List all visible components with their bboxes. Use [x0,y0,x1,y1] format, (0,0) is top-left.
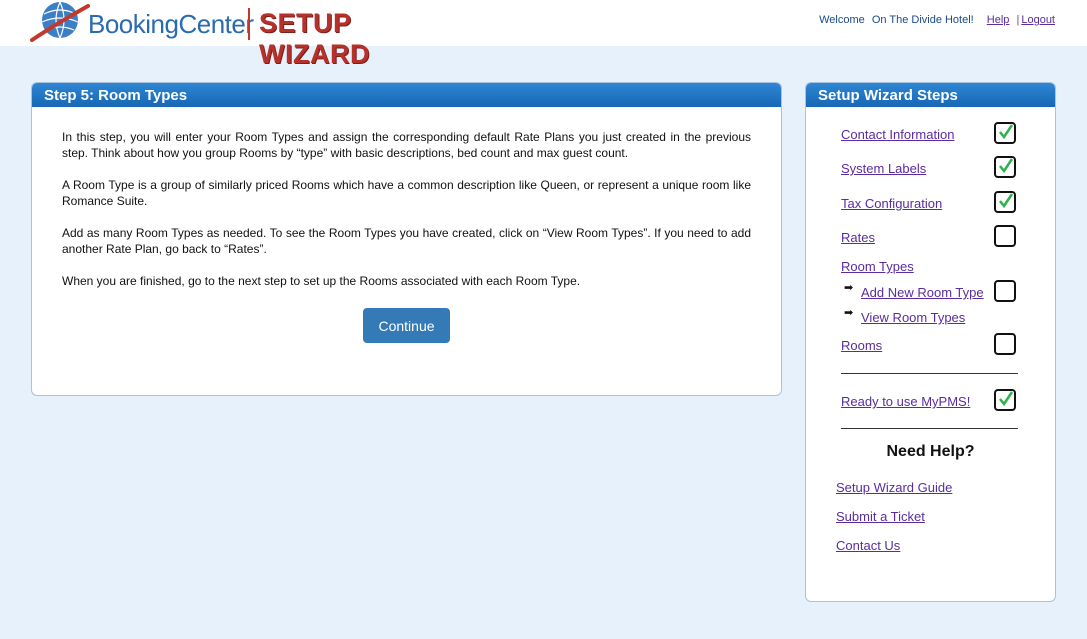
step-system-labels[interactable]: System Labels [841,161,926,176]
setup-wizard-guide-link[interactable]: Setup Wizard Guide [836,480,952,495]
bookingcenter-logo: BookingCenter SETUP WIZARD [30,0,450,69]
checked-checkbox-icon [994,389,1016,411]
step-rooms[interactable]: Rooms [841,338,882,353]
steps-divider [841,373,1018,374]
hotel-name: On The Divide Hotel! [871,14,974,26]
arrow-right-icon: ➡ [844,282,854,294]
step-rates[interactable]: Rates [841,230,875,245]
step-contact-information[interactable]: Contact Information [841,127,954,142]
empty-checkbox-icon [994,333,1016,355]
step-description: In this step, you will enter your Room T… [32,107,781,289]
top-bar: BookingCenter SETUP WIZARD Welcome On Th… [0,0,1087,69]
step-add-new-room-type[interactable]: Add New Room Type [861,285,984,300]
step-ready-to-use[interactable]: Ready to use MyPMS! [841,394,970,409]
wizard-title: SETUP WIZARD [259,8,370,69]
need-help-heading: Need Help? [886,443,975,460]
step-tax-configuration[interactable]: Tax Configuration [841,196,942,211]
checked-checkbox-icon [994,191,1016,213]
checked-checkbox-icon [994,156,1016,178]
help-link[interactable]: Help [987,14,1010,26]
empty-checkbox-icon [994,225,1016,247]
step-panel: Step 5: Room Types In this step, you wil… [31,82,782,396]
arrow-right-icon: ➡ [844,307,854,319]
wizard-steps-title: Setup Wizard Steps [806,83,1055,107]
user-bar: Welcome On The Divide Hotel! Help | Logou… [815,14,1055,26]
finished-paragraph: When you are finished, go to the next st… [62,274,581,288]
step-room-types[interactable]: Room Types [841,259,914,274]
checked-checkbox-icon [994,122,1016,144]
empty-checkbox-icon [994,280,1016,302]
step-title: Step 5: Room Types [32,83,781,107]
add-room-types-paragraph: Add as many Room Types as needed. To see… [62,226,751,256]
help-divider [841,428,1018,429]
contact-us-link[interactable]: Contact Us [836,538,900,553]
room-type-paragraph: A Room Type is a group of similarly pric… [62,178,751,208]
submit-ticket-link[interactable]: Submit a Ticket [836,509,925,524]
brand-name: BookingCenter [88,9,254,39]
continue-button[interactable]: Continue [363,308,450,343]
logout-link[interactable]: Logout [1021,14,1055,26]
link-separator: | [1016,14,1020,26]
globe-icon [30,1,90,42]
logo-divider [248,8,250,40]
step-view-room-types[interactable]: View Room Types [861,310,965,325]
welcome-label: Welcome [819,14,865,26]
wizard-steps-panel: Setup Wizard Steps Contact Information S… [805,82,1056,602]
intro-paragraph: In this step, you will enter your Room T… [62,130,751,160]
